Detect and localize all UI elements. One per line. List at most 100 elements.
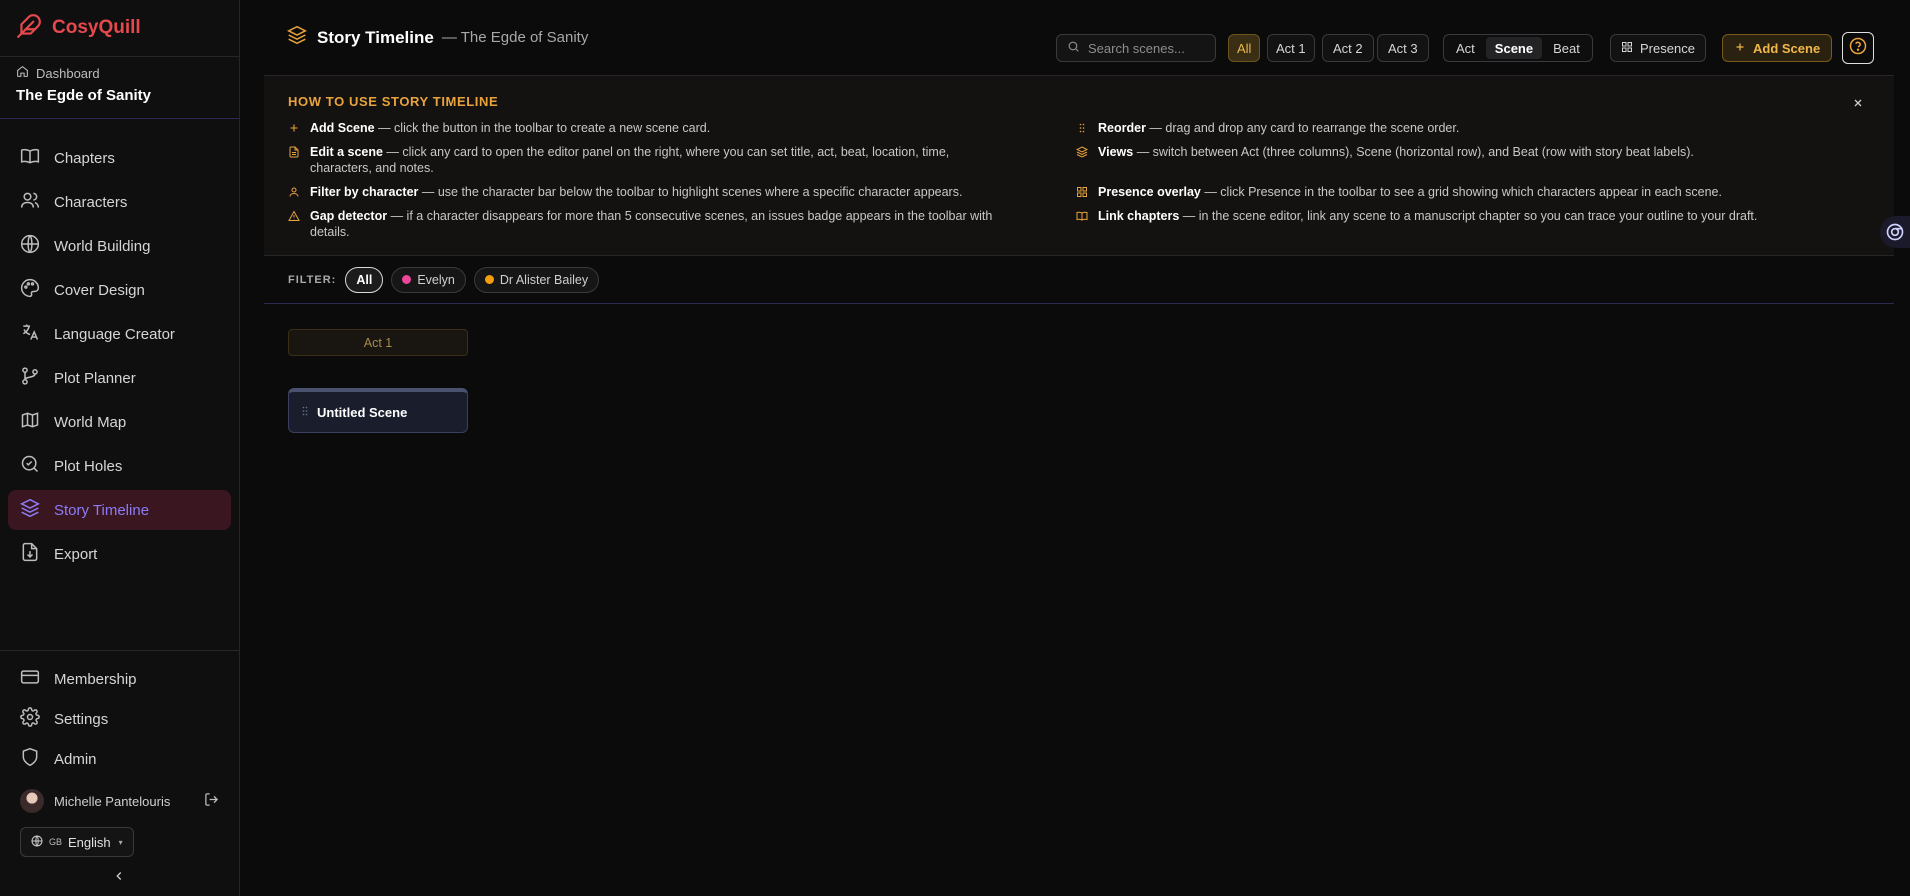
user-name: Michelle Pantelouris bbox=[54, 793, 171, 809]
git-branch-icon bbox=[20, 366, 40, 390]
search-icon bbox=[1067, 40, 1080, 56]
scene-title: Untitled Scene bbox=[317, 404, 408, 420]
sidebar-nav: Chapters Characters World Building Cover… bbox=[0, 119, 239, 578]
view-scene[interactable]: Scene bbox=[1485, 37, 1543, 59]
presence-label: Presence bbox=[1640, 40, 1695, 56]
sidebar-item-admin[interactable]: Admin bbox=[8, 739, 231, 779]
avatar bbox=[20, 789, 44, 813]
tip-bold: Views bbox=[1098, 145, 1134, 159]
chevron-down-icon: ▾ bbox=[118, 837, 123, 847]
tip-bold: Link chapters bbox=[1098, 209, 1180, 223]
close-icon[interactable] bbox=[1852, 96, 1864, 114]
users-icon bbox=[20, 190, 40, 214]
view-act[interactable]: Act bbox=[1447, 37, 1484, 59]
logout-icon[interactable] bbox=[204, 792, 219, 810]
tip-bold: Gap detector bbox=[310, 209, 388, 223]
collapse-sidebar-icon[interactable] bbox=[112, 869, 126, 888]
dashboard-link[interactable]: Dashboard bbox=[16, 65, 223, 81]
search-input[interactable]: Search scenes... bbox=[1056, 34, 1216, 62]
filter-chip-label: Evelyn bbox=[417, 272, 455, 287]
sidebar-item-membership[interactable]: Membership bbox=[8, 659, 231, 699]
project-title: The Egde of Sanity bbox=[16, 87, 152, 104]
layers-icon bbox=[19, 498, 41, 522]
character-color-dot bbox=[484, 275, 494, 284]
grid-icon bbox=[1621, 41, 1633, 56]
palette-icon bbox=[20, 278, 40, 302]
globe-icon bbox=[20, 234, 40, 258]
feather-icon bbox=[16, 13, 42, 44]
howto-tip-gap-detector: Gap detector — if a character disappears… bbox=[288, 208, 1008, 240]
sidebar-item-world-map[interactable]: World Map bbox=[8, 402, 231, 442]
howto-tip-reorder: Reorder — drag and drop any card to rear… bbox=[1076, 120, 1796, 138]
sidebar-item-chapters[interactable]: Chapters bbox=[8, 138, 231, 178]
tip-bold: Filter by character bbox=[310, 185, 419, 199]
sidebar-item-settings[interactable]: Settings bbox=[8, 699, 231, 739]
sidebar-item-plot-holes[interactable]: Plot Holes bbox=[8, 446, 231, 486]
howto-tip-edit-scene: Edit a scene — click any card to open th… bbox=[288, 144, 1008, 176]
brand[interactable]: CosyQuill bbox=[0, 0, 239, 57]
sidebar-item-label: Language Creator bbox=[54, 325, 175, 343]
main-content: Story Timeline — The Egde of Sanity Sear… bbox=[240, 0, 1910, 896]
tip-text: — in the scene editor, link any scene to… bbox=[1179, 209, 1758, 223]
sidebar-item-world-building[interactable]: World Building bbox=[8, 226, 231, 266]
presence-button[interactable]: Presence bbox=[1610, 34, 1706, 62]
translate-icon bbox=[20, 322, 40, 346]
howto-tip-views: Views — switch between Act (three column… bbox=[1075, 144, 1796, 162]
add-scene-button[interactable]: Add Scene bbox=[1722, 34, 1833, 62]
howto-tip-link-chapters: Link chapters — in the scene editor, lin… bbox=[1076, 208, 1796, 226]
sidebar-item-label: Plot Holes bbox=[54, 457, 123, 475]
project-header: Dashboard The Egde of Sanity bbox=[0, 57, 239, 119]
filter-chip-label: Dr Alister Bailey bbox=[499, 272, 589, 287]
sidebar-item-characters[interactable]: Characters bbox=[8, 182, 231, 222]
act-filter-act-1[interactable]: Act 1 bbox=[1267, 34, 1315, 62]
user-row[interactable]: Michelle Pantelouris bbox=[0, 783, 239, 819]
sidebar-item-label: Plot Planner bbox=[54, 369, 136, 387]
act-filter-all[interactable]: All bbox=[1228, 34, 1261, 62]
sidebar: CosyQuill Dashboard The Egde of Sanity C… bbox=[0, 0, 240, 896]
sidebar-item-label: World Building bbox=[54, 237, 151, 255]
sidebar-item-label: Cover Design bbox=[54, 281, 145, 299]
act-filter-act-2[interactable]: Act 2 bbox=[1322, 34, 1374, 62]
sidebar-item-language-creator[interactable]: Language Creator bbox=[8, 314, 231, 354]
filter-chip-dr-alister-bailey[interactable]: Dr Alister Bailey bbox=[473, 266, 600, 293]
book-icon bbox=[20, 146, 40, 170]
act-filter-act-3[interactable]: Act 3 bbox=[1377, 34, 1429, 62]
grip-icon[interactable] bbox=[301, 405, 309, 420]
scene-card[interactable]: Untitled Scene bbox=[288, 388, 468, 433]
sidebar-item-label: Admin bbox=[54, 750, 97, 768]
sidebar-item-label: Chapters bbox=[54, 149, 115, 167]
sidebar-item-label: Characters bbox=[54, 193, 128, 211]
language-label: English bbox=[68, 834, 111, 850]
sidebar-bottom: Membership Settings Admin Michelle Pante… bbox=[0, 650, 239, 857]
help-button[interactable] bbox=[1842, 32, 1874, 64]
sidebar-item-label: Settings bbox=[54, 710, 109, 728]
add-scene-label: Add Scene bbox=[1753, 40, 1821, 56]
howto-tip-filter-character: Filter by character — use the character … bbox=[288, 184, 1008, 202]
view-switcher: Act Scene Beat bbox=[1443, 34, 1593, 62]
tip-text: — switch between Act (three columns), Sc… bbox=[1133, 145, 1694, 159]
character-filter-bar: FILTER: All Evelyn Dr Alister Bailey bbox=[264, 256, 1894, 304]
layers-icon bbox=[1075, 146, 1089, 162]
sidebar-item-label: Export bbox=[54, 545, 98, 563]
filter-chip-evelyn[interactable]: Evelyn bbox=[391, 266, 466, 293]
sidebar-item-export[interactable]: Export bbox=[8, 534, 231, 574]
sidebar-item-story-timeline[interactable]: Story Timeline bbox=[8, 490, 231, 530]
help-circle-icon bbox=[1849, 37, 1867, 60]
language-select[interactable]: GB English ▾ bbox=[20, 827, 134, 857]
floating-widget-icon[interactable] bbox=[1880, 216, 1910, 248]
filter-chip-all[interactable]: All bbox=[345, 266, 384, 293]
file-icon bbox=[288, 146, 300, 176]
page-title: Story Timeline bbox=[317, 27, 434, 47]
howto-tip-add-scene: Add Scene — click the button in the tool… bbox=[288, 120, 1008, 138]
howto-tip-presence: Presence overlay — click Presence in the… bbox=[1076, 184, 1796, 202]
plus-icon bbox=[1734, 41, 1746, 56]
flag-label: GB bbox=[49, 837, 63, 847]
tip-bold: Add Scene bbox=[310, 121, 375, 135]
sidebar-item-cover-design[interactable]: Cover Design bbox=[8, 270, 231, 310]
view-beat[interactable]: Beat bbox=[1544, 37, 1589, 59]
plus-icon bbox=[288, 122, 300, 138]
sidebar-item-label: World Map bbox=[54, 413, 127, 431]
layers-icon bbox=[286, 25, 308, 50]
sidebar-item-plot-planner[interactable]: Plot Planner bbox=[8, 358, 231, 398]
tip-text: — click Presence in the toolbar to see a… bbox=[1200, 185, 1722, 199]
